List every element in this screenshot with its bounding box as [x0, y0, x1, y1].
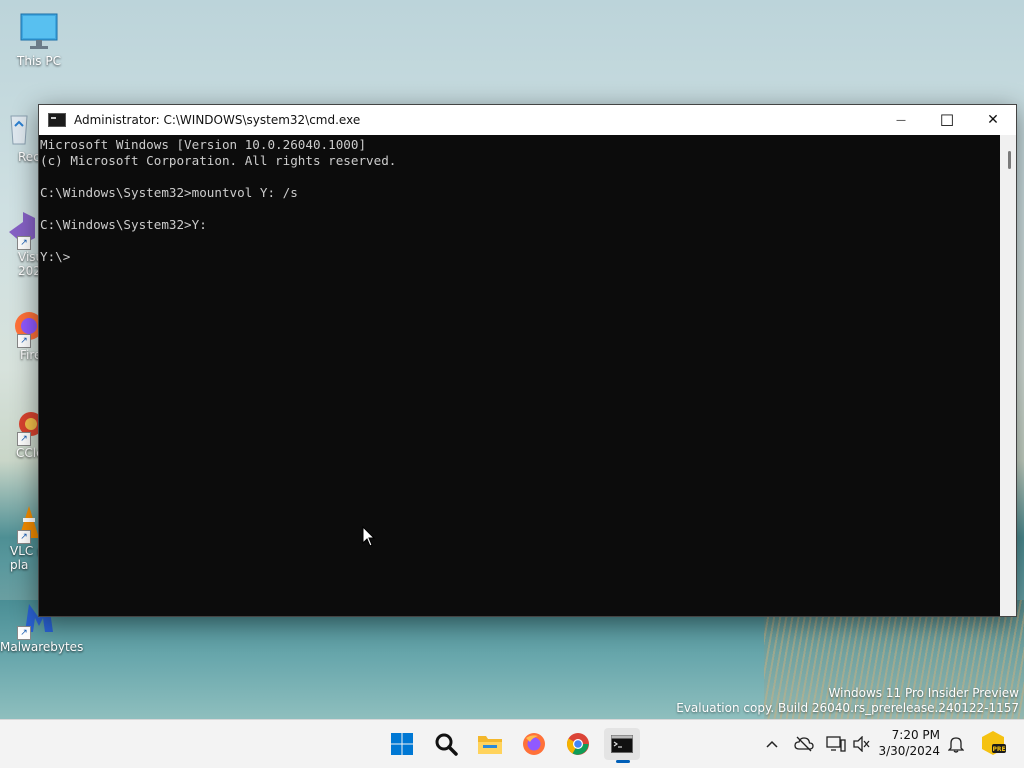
windows-logo-icon [391, 733, 413, 755]
clock-button[interactable]: 7:20 PM 3/30/2024 [878, 727, 940, 759]
insider-pre-icon: PRE [982, 731, 1006, 755]
shortcut-arrow-icon: ↗ [17, 236, 31, 250]
shortcut-arrow-icon: ↗ [17, 334, 31, 348]
firefox-icon [523, 733, 545, 755]
vlc-icon: ↗ [0, 502, 39, 544]
cmd-window[interactable]: Administrator: C:\WINDOWS\system32\cmd.e… [38, 104, 1017, 617]
bell-icon [948, 737, 964, 753]
clock-time: 7:20 PM [891, 728, 940, 742]
console-line: (c) Microsoft Corporation. All rights re… [40, 153, 397, 168]
visual-studio-icon: ↗ [0, 208, 39, 250]
active-app-indicator [616, 760, 630, 763]
insider-preview-badge[interactable]: PRE [980, 730, 1006, 756]
close-button[interactable]: ✕ [970, 105, 1016, 135]
onedrive-tray-button[interactable] [794, 734, 814, 754]
taskbar: 7:20 PM 3/30/2024 PRE [0, 719, 1024, 768]
ccleaner-icon: ↗ [0, 404, 43, 446]
notifications-button[interactable] [946, 734, 966, 754]
desktop-icon-this-pc[interactable]: This PC [0, 12, 78, 68]
maximize-icon: ☐ [939, 110, 955, 130]
cloud-offline-icon [794, 736, 814, 752]
console-line: C:\Windows\System32>mountvol Y: /s [40, 185, 298, 200]
evaluation-watermark: Windows 11 Pro Insider Preview Evaluatio… [676, 686, 1019, 716]
shortcut-arrow-icon: ↗ [17, 530, 31, 544]
shortcut-arrow-icon: ↗ [17, 432, 31, 446]
svg-text:PRE: PRE [992, 746, 1005, 753]
folder-icon [478, 736, 502, 754]
scrollbar-thumb[interactable] [1008, 151, 1011, 169]
chrome-button[interactable] [560, 728, 596, 760]
monitor-icon [19, 12, 59, 52]
desktop-icon-label: This PC [17, 54, 61, 68]
watermark-line-1: Windows 11 Pro Insider Preview [828, 686, 1019, 700]
network-icon [826, 736, 846, 752]
show-hidden-icons-button[interactable] [762, 734, 782, 754]
window-title: Administrator: C:\WINDOWS\system32\cmd.e… [74, 113, 361, 127]
volume-muted-icon [853, 736, 870, 752]
desktop-icon-label: Malwarebytes [0, 640, 84, 654]
console-output[interactable]: Microsoft Windows [Version 10.0.26040.10… [39, 135, 1000, 616]
cmd-app-icon[interactable] [48, 113, 66, 127]
console-line: Microsoft Windows [Version 10.0.26040.10… [40, 137, 367, 152]
console-scrollbar[interactable] [1000, 135, 1016, 616]
console-line: Y:\> [40, 249, 71, 264]
search-icon [435, 733, 458, 756]
firefox-icon: ↗ [0, 306, 43, 348]
maximize-button[interactable]: ☐ [924, 105, 970, 135]
start-button[interactable] [384, 728, 420, 760]
console-line: C:\Windows\System32>Y: [40, 217, 207, 232]
chrome-icon [567, 733, 589, 755]
close-icon: ✕ [987, 112, 999, 128]
file-explorer-button[interactable] [472, 728, 508, 760]
search-button[interactable] [428, 728, 464, 760]
minimize-button[interactable]: — [878, 105, 924, 135]
minimize-icon: — [896, 114, 906, 126]
watermark-line-2: Evaluation copy. Build 26040.rs_prerelea… [676, 701, 1019, 715]
cmd-button[interactable] [604, 728, 640, 763]
firefox-button[interactable] [516, 728, 552, 760]
terminal-icon [611, 735, 633, 753]
window-titlebar[interactable]: Administrator: C:\WINDOWS\system32\cmd.e… [39, 105, 1016, 135]
chevron-up-icon [766, 740, 778, 748]
clock-date: 3/30/2024 [878, 744, 940, 758]
volume-tray-button[interactable] [852, 734, 872, 754]
shortcut-arrow-icon: ↗ [17, 626, 31, 640]
network-tray-button[interactable] [826, 734, 846, 754]
recycle-bin-icon [0, 108, 39, 148]
